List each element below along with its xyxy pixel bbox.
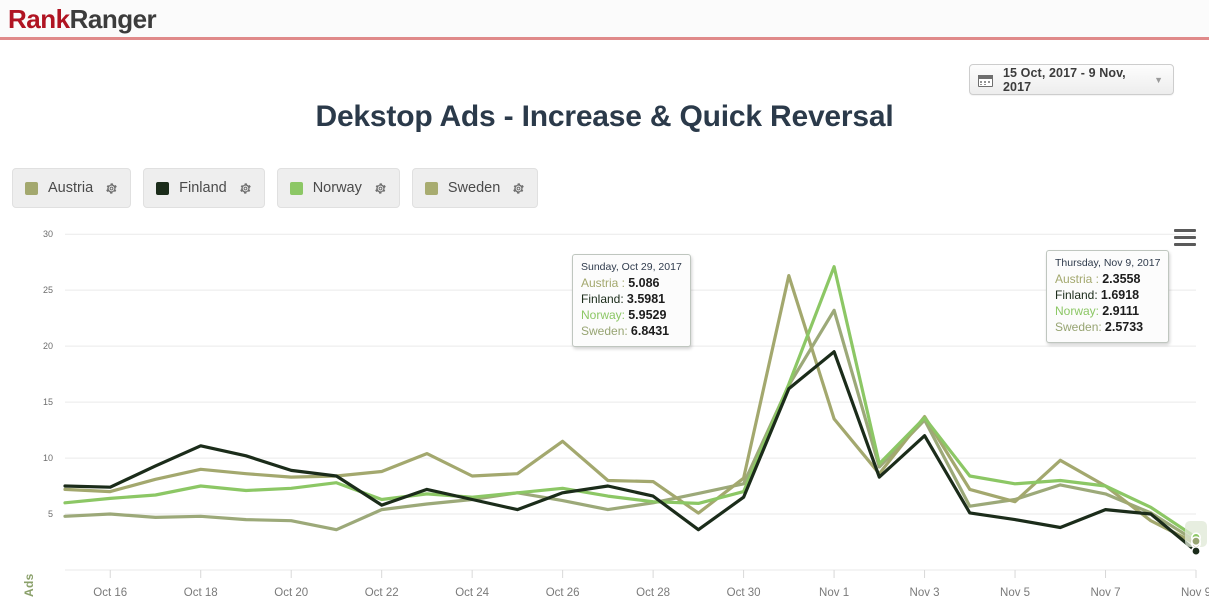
y-axis-tick: 25 <box>43 285 53 295</box>
tooltip-row: Finland: 3.5981 <box>581 292 682 308</box>
tooltip-series-value: 2.3558 <box>1102 272 1141 286</box>
logo-rank-text: Rank <box>8 4 70 34</box>
tooltip-series-name: Finland: <box>581 292 624 306</box>
x-axis-tick: Oct 24 <box>455 587 489 599</box>
tooltip-nov-9: Thursday, Nov 9, 2017 Austria : 2.3558 Fin… <box>1046 250 1170 343</box>
y-axis-tick: 20 <box>43 341 53 351</box>
legend-item-austria[interactable]: Austria <box>12 168 132 208</box>
endpoint-marker-finland[interactable] <box>1191 546 1202 557</box>
tooltip-row: Sweden: 6.8431 <box>581 324 682 340</box>
legend-color-swatch <box>424 181 438 195</box>
date-range-value: 15 Oct, 2017 - 9 Nov, 2017 <box>1003 65 1126 94</box>
tooltip-series-name: Austria : <box>581 276 626 290</box>
x-axis-tick: Nov 3 <box>910 587 940 599</box>
rankranger-logo[interactable]: RankRanger <box>8 4 157 35</box>
calendar-icon <box>978 73 993 87</box>
x-axis-tick: Oct 26 <box>546 587 580 599</box>
endpoint-marker-sweden[interactable] <box>1191 536 1202 547</box>
tooltip-date: Sunday, Oct 29, 2017 <box>581 261 682 273</box>
tooltip-series-value: 3.5981 <box>626 292 666 306</box>
tooltip-series-name: Norway: <box>1055 304 1100 318</box>
y-axis-tick: 5 <box>48 509 53 519</box>
tooltip-series-name: Austria : <box>1055 272 1100 286</box>
legend-item-label: Sweden <box>447 180 501 196</box>
tooltip-row: Sweden: 2.5733 <box>1055 320 1160 336</box>
x-axis-tick: Nov 5 <box>1000 587 1030 599</box>
x-axis-tick: Oct 28 <box>636 587 670 599</box>
tooltip-series-name: Sweden: <box>1055 320 1102 334</box>
x-axis-tick: Nov 1 <box>819 587 849 599</box>
legend-color-swatch <box>25 181 38 195</box>
gear-icon[interactable] <box>374 182 387 195</box>
legend-item-label: Austria <box>48 180 94 196</box>
app-header: RankRanger <box>0 0 1209 40</box>
logo-ranger-text: Ranger <box>69 4 157 34</box>
tooltip-series-value: 2.5733 <box>1104 320 1144 334</box>
tooltip-row: Norway: 2.9111 <box>1055 304 1160 320</box>
chart-legend: Austria Finland Norway Sweden <box>12 168 539 208</box>
x-axis-tick: Nov 7 <box>1090 587 1120 599</box>
x-axis-tick: Oct 22 <box>365 587 399 599</box>
x-axis-tick: Oct 30 <box>727 587 761 599</box>
tooltip-series-value: 2.9111 <box>1102 304 1140 318</box>
tooltip-series-value: 6.8431 <box>630 324 670 338</box>
y-axis-tick: 10 <box>43 453 53 463</box>
tooltip-series-name: Norway: <box>581 308 626 322</box>
legend-color-swatch <box>289 181 303 195</box>
tooltip-series-value: 5.9529 <box>628 308 667 322</box>
legend-item-label: Finland <box>179 180 227 196</box>
tooltip-row: Austria : 2.3558 <box>1055 272 1160 288</box>
gear-icon[interactable] <box>512 182 525 195</box>
y-axis-tick: 30 <box>43 229 53 239</box>
chevron-down-icon[interactable]: ▼ <box>1154 75 1165 85</box>
tooltip-series-name: Sweden: <box>581 324 628 338</box>
tooltip-series-value: 1.6918 <box>1100 288 1140 302</box>
tooltip-row: Austria : 5.086 <box>581 276 682 292</box>
legend-item-sweden[interactable]: Sweden <box>411 168 539 208</box>
x-axis-tick: Oct 18 <box>184 587 218 599</box>
gear-icon[interactable] <box>239 182 252 195</box>
page-title: Dekstop Ads - Increase & Quick Reversal <box>315 100 894 133</box>
app-page: RankRanger 15 Oct, 2017 - 9 Nov, 2017 ▼ … <box>0 0 1209 610</box>
x-axis-tick: Nov 9 <box>1181 587 1209 599</box>
y-axis-tick: 15 <box>43 397 53 407</box>
tooltip-series-value: 5.086 <box>628 276 660 290</box>
legend-item-label: Norway <box>312 180 362 196</box>
tooltip-row: Finland: 1.6918 <box>1055 288 1160 304</box>
date-range-picker[interactable]: 15 Oct, 2017 - 9 Nov, 2017 ▼ <box>969 64 1174 95</box>
tooltip-oct-29: Sunday, Oct 29, 2017 Austria : 5.086 Finla… <box>572 254 691 347</box>
legend-color-swatch <box>156 181 170 195</box>
legend-item-norway[interactable]: Norway <box>276 168 400 208</box>
gear-icon[interactable] <box>105 182 118 195</box>
tooltip-row: Norway: 5.9529 <box>581 308 682 324</box>
tooltip-date: Thursday, Nov 9, 2017 <box>1055 257 1161 269</box>
legend-item-finland[interactable]: Finland <box>143 168 265 208</box>
hamburger-menu-icon[interactable] <box>1174 229 1196 247</box>
x-axis-tick: Oct 20 <box>274 587 308 599</box>
tooltip-series-name: Finland: <box>1055 288 1098 302</box>
x-axis-tick: Oct 16 <box>93 587 127 599</box>
series-line-finland <box>63 350 1198 553</box>
